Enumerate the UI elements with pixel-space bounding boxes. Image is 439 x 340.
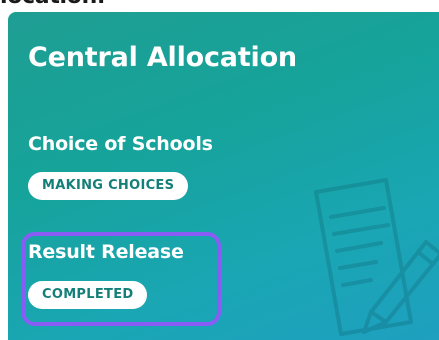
cut-off-heading: location. [0, 0, 105, 9]
card-title: Central Allocation [28, 42, 297, 73]
page: location. Central Allocation Choice of S… [0, 0, 439, 340]
result-release-highlight [21, 232, 221, 326]
section-title-choice-of-schools: Choice of Schools [28, 133, 213, 155]
status-badge-making-choices: MAKING CHOICES [28, 172, 189, 200]
central-allocation-card[interactable]: Central Allocation Choice of Schools MAK… [8, 12, 439, 340]
document-pencil-icon [314, 178, 439, 336]
